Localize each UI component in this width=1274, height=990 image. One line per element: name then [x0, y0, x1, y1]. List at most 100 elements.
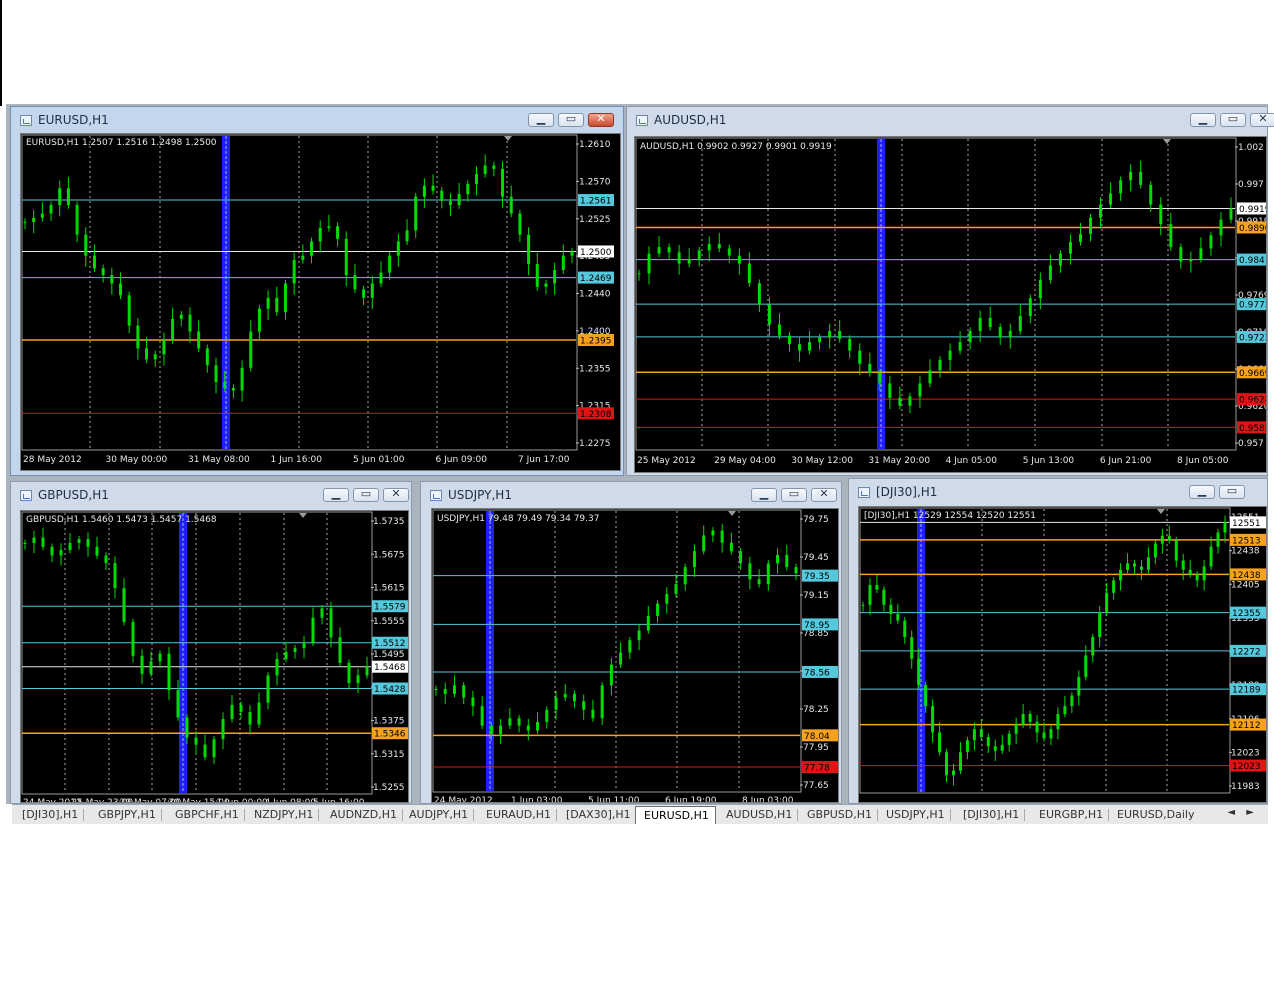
tab-gbpchf-h1[interactable]: GBPCHF,H1: [175, 807, 245, 823]
minimize-button[interactable]: ▁: [751, 487, 777, 502]
close-button[interactable]: ✕: [1250, 112, 1274, 127]
tab-gbpjpy-h1[interactable]: GBPJPY,H1: [98, 807, 162, 823]
candle-body: [1209, 235, 1213, 249]
tab-audjpy-h1[interactable]: AUDJPY,H1: [409, 807, 475, 823]
chart-window-dji30[interactable]: [DJI30],H1 ▁ ▭ [DJI30],H1 12529 12554 12…: [848, 478, 1268, 804]
window-titlebar[interactable]: EURUSD,H1 ▁ ▭ ✕: [11, 107, 623, 133]
scroll-left-icon[interactable]: ◄: [1227, 807, 1235, 818]
price-chart-usdjpy[interactable]: USDJPY,H1 79.48 79.49 79.34 79.37 79.75 79…: [432, 509, 839, 803]
window-titlebar[interactable]: AUDUSD,H1 ▁ ▭ ✕: [627, 107, 1274, 133]
level-label: 12551: [1232, 519, 1261, 529]
chart-window-icon: [858, 487, 870, 498]
candle-body: [1119, 569, 1123, 581]
tab-dji30-h1-2[interactable]: [DJI30],H1: [963, 807, 1026, 823]
window-title: USDJPY,H1: [448, 488, 512, 502]
candle-body: [1199, 248, 1203, 259]
date-tick-label: 30 May 00:00: [106, 455, 168, 465]
minimize-button[interactable]: ▁: [323, 487, 349, 502]
minimize-button[interactable]: ▁: [528, 112, 554, 127]
tab-gbpusd-h1[interactable]: GBPUSD,H1: [807, 807, 878, 823]
price-chart-audusd[interactable]: AUDUSD,H1 0.9902 0.9927 0.9901 0.9919 1.0…: [635, 137, 1267, 473]
candle-body: [1146, 557, 1150, 570]
close-button[interactable]: ✕: [811, 487, 837, 502]
chart-area-dji30[interactable]: [DJI30],H1 12529 12554 12520 12551 12551 1…: [858, 506, 1267, 803]
window-titlebar[interactable]: USDJPY,H1 ▁ ▭ ✕: [421, 482, 841, 508]
candle-body: [527, 234, 531, 265]
candle-body: [931, 706, 935, 733]
price-tick-label: 0.997: [1238, 180, 1264, 190]
window-titlebar[interactable]: [DJI30],H1 ▁ ▭: [849, 479, 1267, 505]
tab-eurgbp-h1[interactable]: EURGBP,H1: [1039, 807, 1110, 823]
price-tick-label: 79.75: [803, 515, 829, 525]
level-label: 1.2308: [580, 410, 612, 420]
candle-body: [127, 295, 131, 326]
chart-window-usdjpy[interactable]: USDJPY,H1 ▁ ▭ ✕ USDJPY,H1 79.48 79.49 79…: [420, 481, 842, 804]
minimize-icon: ▁: [536, 112, 546, 125]
candle-body: [356, 675, 360, 684]
chart-area-usdjpy[interactable]: USDJPY,H1 79.48 79.49 79.34 79.37 79.75 79…: [431, 508, 839, 803]
candle-body: [1179, 247, 1183, 262]
close-button[interactable]: ✕: [383, 487, 409, 502]
tab-nzdjpy-h1[interactable]: NZDJPY,H1: [254, 807, 320, 823]
chart-window-audusd[interactable]: AUDUSD,H1 ▁ ▭ ✕ AUDUSD,H1 0.9902 0.9927 …: [626, 106, 1274, 476]
close-icon: ✕: [391, 487, 401, 500]
price-chart-dji30[interactable]: [DJI30],H1 12529 12554 12520 12551 12551 1…: [859, 507, 1267, 803]
candle-body: [748, 563, 752, 580]
tab-euraud-h1[interactable]: EURAUD,H1: [486, 807, 558, 823]
tab-audusd-h1[interactable]: AUDUSD,H1: [726, 807, 799, 823]
tab-eurusd-daily[interactable]: EURUSD,Daily: [1117, 807, 1194, 823]
candle-body: [910, 637, 914, 659]
scroll-right-icon[interactable]: ►: [1246, 807, 1254, 818]
chart-area-eurusd[interactable]: EURUSD,H1 1.2507 1.2516 1.2498 1.2500 1.2…: [20, 133, 621, 471]
tab-eurusd-h1-active[interactable]: EURUSD,H1: [635, 806, 716, 824]
level-label: 1.5346: [374, 730, 406, 740]
price-chart-gbpusd[interactable]: GBPUSD,H1 1.5460 1.5473 1.5457 1.5468 1.5…: [21, 511, 409, 803]
chart-window-gbpusd[interactable]: GBPUSD,H1 ▁ ▭ ✕ GBPUSD,H1 1.5460 1.5473 …: [10, 481, 412, 804]
candle-body: [868, 363, 872, 373]
candle-body: [757, 579, 761, 585]
candle-body: [1049, 729, 1053, 739]
candle-body: [1229, 208, 1233, 220]
candle-body: [185, 717, 189, 738]
maximize-button[interactable]: ▭: [1219, 484, 1245, 499]
candle-body: [292, 259, 296, 284]
tab-usdjpy-h1[interactable]: USDJPY,H1: [886, 807, 951, 823]
tab-dji30-h1[interactable]: [DJI30],H1: [22, 807, 85, 823]
candle-body: [683, 567, 687, 585]
price-tick-label: 0.957: [1238, 439, 1264, 449]
tab-dax30-h1[interactable]: [DAX30],H1: [566, 807, 631, 823]
maximize-button[interactable]: ▭: [1220, 112, 1246, 127]
candle-body: [674, 584, 678, 594]
price-tick-label: 1.2275: [579, 439, 611, 449]
candle-body: [266, 675, 270, 703]
candle-body: [878, 372, 882, 384]
level-label: 0.9773: [1239, 301, 1267, 311]
chart-shift-marker: [1157, 509, 1165, 514]
window-titlebar[interactable]: GBPUSD,H1 ▁ ▭ ✕: [11, 482, 411, 508]
candle-body: [788, 335, 792, 345]
maximize-button[interactable]: ▭: [558, 112, 584, 127]
date-tick-label: 6 Jun 21:00: [1100, 456, 1152, 466]
chart-area-gbpusd[interactable]: GBPUSD,H1 1.5460 1.5473 1.5457 1.5468 1.5…: [20, 510, 409, 803]
candle-body: [248, 711, 252, 725]
candle-body: [462, 685, 466, 698]
maximize-button[interactable]: ▭: [353, 487, 379, 502]
candle-body: [1126, 563, 1130, 570]
chart-area-audusd[interactable]: AUDUSD,H1 0.9902 0.9927 0.9901 0.9919 1.0…: [634, 136, 1267, 473]
maximize-icon: ▭: [360, 487, 372, 500]
level-label: 0.9723: [1239, 333, 1267, 343]
price-chart-eurusd[interactable]: EURUSD,H1 1.2507 1.2516 1.2498 1.2500 1.2…: [21, 134, 621, 471]
candle-body: [293, 648, 297, 652]
date-tick-label: 25 May 2012: [637, 456, 696, 466]
tab-audnzd-h1[interactable]: AUDNZD,H1: [330, 807, 404, 823]
candle-body: [1084, 655, 1088, 678]
chart-window-eurusd[interactable]: EURUSD,H1 ▁ ▭ ✕ EURUSD,H1 1.2507 1.2516 …: [10, 106, 624, 476]
candle-body: [553, 270, 557, 284]
minimize-button[interactable]: ▁: [1190, 112, 1216, 127]
maximize-button[interactable]: ▭: [781, 487, 807, 502]
minimize-button[interactable]: ▁: [1189, 484, 1215, 499]
candle-body: [480, 706, 484, 726]
symbol-header: [DJI30],H1 12529 12554 12520 12551: [864, 511, 1036, 521]
close-button[interactable]: ✕: [588, 112, 614, 127]
price-tick-label: 78.25: [803, 705, 829, 715]
